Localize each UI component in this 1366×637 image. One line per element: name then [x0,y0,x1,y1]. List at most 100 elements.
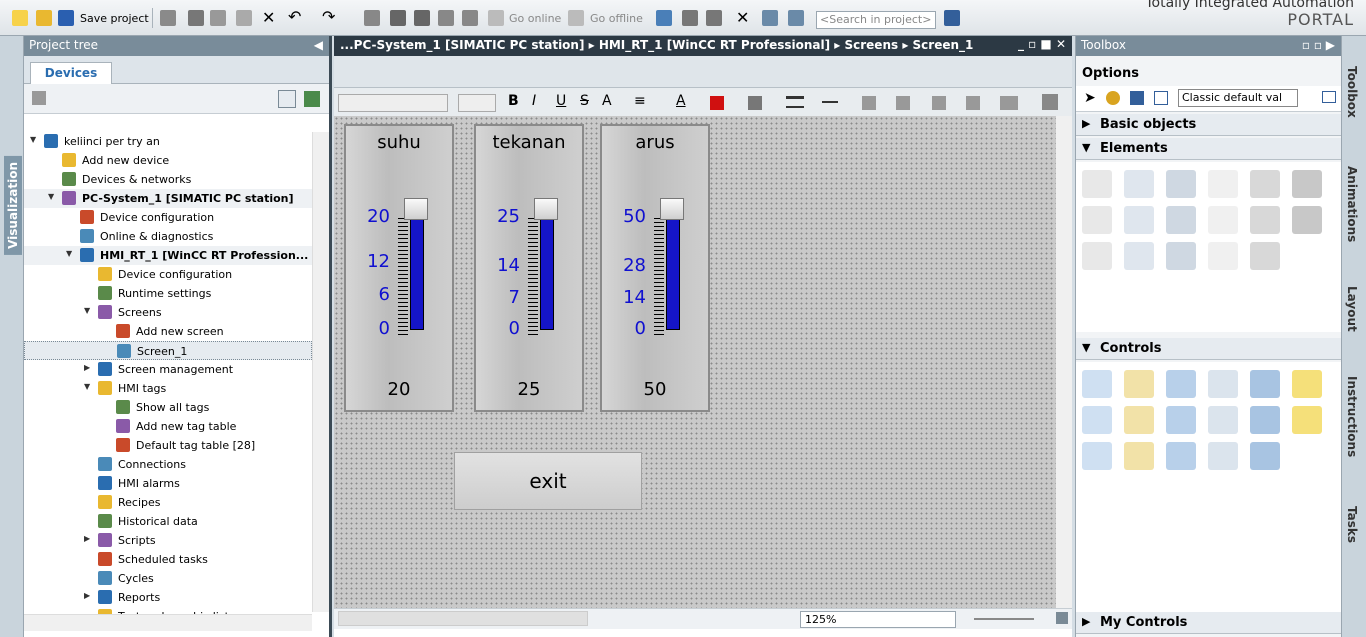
go-online-icon[interactable] [488,10,504,26]
tree-horizontal-scrollbar[interactable] [24,614,312,631]
strikethrough-icon[interactable]: S [580,93,589,109]
dropdown-icon[interactable] [1208,170,1238,198]
bar-icon[interactable] [1166,206,1196,234]
search-icon[interactable] [944,10,960,26]
rotate-icon[interactable] [896,96,910,110]
tab-instructions[interactable]: Instructions [1345,376,1359,457]
line-color-icon[interactable] [748,96,762,110]
button-icon[interactable] [1250,170,1280,198]
zoom-select[interactable]: 125% [800,611,956,628]
exit-button[interactable]: exit [454,452,642,510]
distribute-icon[interactable] [966,96,980,110]
trend-view-icon[interactable] [1082,406,1112,434]
tree-item[interactable]: Historical data [24,512,312,531]
tree-item[interactable]: Add new device [24,151,312,170]
list-icon[interactable] [1166,170,1196,198]
tree-item[interactable]: Default tag table [28] [24,436,312,455]
format-painter-icon[interactable] [1042,94,1058,110]
expanded-arrow-icon[interactable]: ▼ [66,249,72,258]
print-icon[interactable] [160,10,176,26]
tree-item[interactable]: Device configuration [24,265,312,284]
screen-canvas[interactable]: suhu 20 20 12 6 0 tekanan 25 25 14 7 0 arus 50 50 28 14 0… [334,116,1056,608]
style-select[interactable]: Classic default val [1178,89,1298,107]
tab-layout[interactable]: Layout [1345,286,1359,332]
zoom-slider[interactable] [974,618,1034,620]
option-button-icon[interactable] [1124,242,1154,270]
editor-vertical-scrollbar[interactable] [1056,116,1072,608]
clock-icon[interactable] [1208,242,1238,270]
project-search-input[interactable]: <Search in project> [816,11,936,29]
controller-icon[interactable] [1166,442,1196,470]
open-project-icon[interactable] [36,10,52,26]
align-icon[interactable]: ≡ [634,93,646,109]
start-cpu-icon[interactable] [682,10,698,26]
copy-icon[interactable] [210,10,226,26]
tree-item[interactable]: Scheduled tasks [24,550,312,569]
tree-item[interactable]: Recipes [24,493,312,512]
font-size-up-icon[interactable]: A [602,93,612,109]
delete-icon[interactable]: ✕ [262,8,275,27]
overview-icon[interactable] [278,90,296,108]
tree-item[interactable]: ▼ HMI_RT_1 [WinCC RT Profession... [24,246,312,265]
switch-icon[interactable] [1250,242,1280,270]
gauge-slider-knob[interactable] [534,198,558,220]
tree-item[interactable]: Text and graphic lists [24,607,312,614]
symbol-list-icon[interactable] [1082,206,1112,234]
checkbox-icon[interactable] [1082,242,1112,270]
same-size-icon[interactable] [1000,96,1018,110]
toolbox-panel-controls[interactable]: ▫ ▫ ▶ [1302,38,1335,52]
tree-item[interactable]: Online & diagnostics [24,227,312,246]
collapse-panel-icon[interactable]: ◀ [314,38,323,52]
tree-item[interactable]: ▼ HMI tags [24,379,312,398]
go-online-button[interactable]: Go online [509,12,561,25]
tree-item[interactable]: HMI alarms [24,474,312,493]
tree-item[interactable]: ▶ Scripts [24,531,312,550]
refresh-tree-icon[interactable] [304,91,320,107]
save-icon[interactable] [58,10,74,26]
diagnostic-icon[interactable] [1250,406,1280,434]
breadcrumb-path[interactable]: ...PC-System_1 [SIMATIC PC station] ▸ HM… [340,38,973,52]
accessible-devices-icon[interactable] [656,10,672,26]
line-width-icon[interactable] [786,96,804,108]
visualization-tab[interactable]: Visualization [4,156,22,255]
media-player-icon[interactable] [1208,370,1238,398]
collapsed-arrow-icon[interactable]: ▶ [84,534,90,543]
tag-icon[interactable] [1130,91,1144,105]
group-icon[interactable] [862,96,876,110]
gauge-1[interactable]: tekanan 25 25 14 7 0 [474,124,584,412]
slider-icon[interactable] [1250,206,1280,234]
tree-item[interactable]: ▼ Screens [24,303,312,322]
tab-tasks[interactable]: Tasks [1345,506,1359,543]
gauge-dial-icon[interactable] [1166,242,1196,270]
gauge-2[interactable]: arus 50 50 28 14 0 [600,124,710,412]
tab-toolbox[interactable]: Toolbox [1345,66,1359,118]
split-horizontal-icon[interactable] [762,10,778,26]
fill-color-icon[interactable] [710,96,724,110]
undo-icon[interactable]: ↶ [288,7,301,26]
section-basic-objects[interactable]: ▶ Basic objects [1076,114,1342,136]
section-elements[interactable]: ▼ Elements [1076,138,1342,160]
cut-icon[interactable] [188,10,204,26]
scrollbar-icon[interactable] [1292,206,1322,234]
tab-devices[interactable]: Devices [30,62,112,84]
tree-item[interactable]: ▶ Screen management [24,360,312,379]
f-x-trend-icon[interactable] [1124,406,1154,434]
tree-item[interactable]: Cycles [24,569,312,588]
value-table-icon[interactable] [1208,406,1238,434]
upload-icon[interactable] [414,10,430,26]
user-view-icon[interactable] [1124,370,1154,398]
collapsed-arrow-icon[interactable]: ▶ [84,363,90,372]
tree-options-icon[interactable] [32,91,46,105]
tree-item[interactable]: Add new tag table [24,417,312,436]
tree-item[interactable]: Screen_1 [24,341,312,360]
round-button-icon[interactable] [1292,170,1322,198]
save-project-button[interactable]: Save project [80,12,149,25]
sysdiag-icon[interactable] [1250,442,1280,470]
alarm-view-icon[interactable] [1082,370,1112,398]
underline-icon[interactable]: U [556,93,566,109]
tree-item[interactable]: Add new screen [24,322,312,341]
gauge-slider-knob[interactable] [660,198,684,220]
go-offline-button[interactable]: Go offline [590,12,643,25]
browser-icon[interactable] [1166,370,1196,398]
tree-item[interactable]: Connections [24,455,312,474]
